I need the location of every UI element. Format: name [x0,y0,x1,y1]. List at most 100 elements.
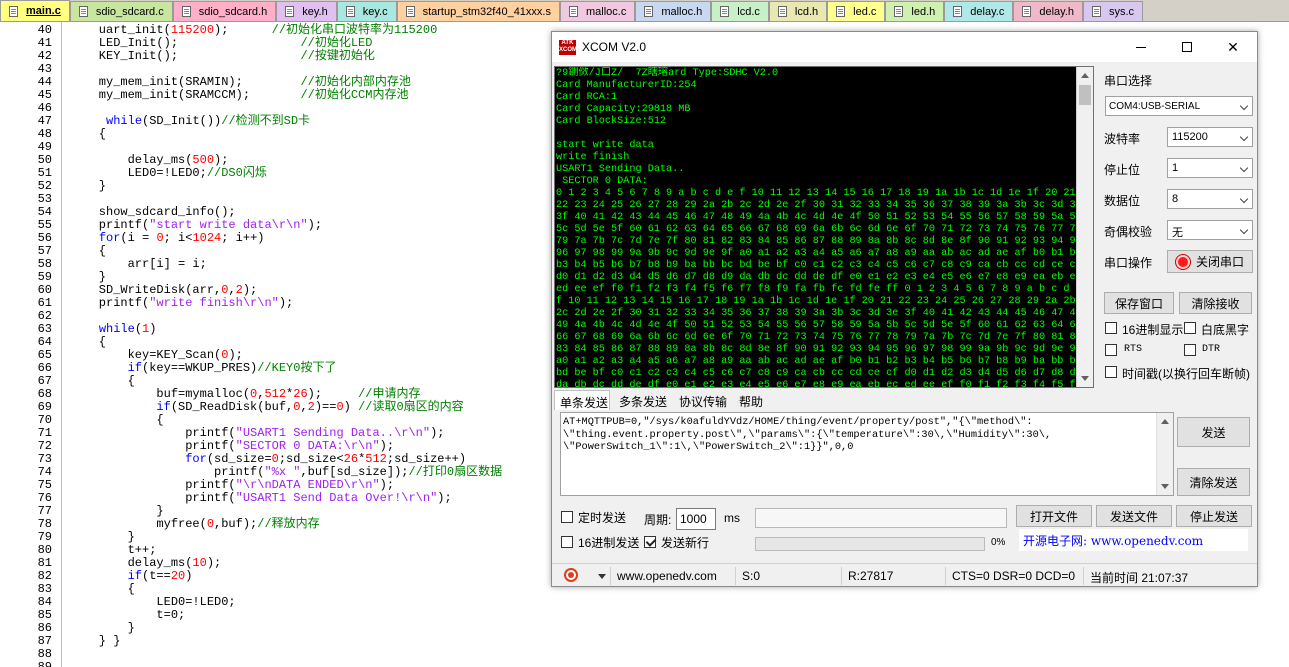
tab-12[interactable]: delay.c [944,1,1014,21]
website-link[interactable]: 开源电子网: www.openedv.com [1019,529,1248,551]
code-token: KEY_Init(); [70,49,301,63]
timed-send-checkbox[interactable] [561,511,573,523]
code-token: key=KEY_Scan( [70,348,222,362]
code-token: ); [307,218,323,232]
tab-4[interactable]: key.c [336,1,397,21]
maximize-button[interactable] [1164,32,1210,62]
code-token: } [70,530,135,544]
editor-tab-bar: main.c sdio_sdcard.c sdio_sdcard.h key.h key… [0,0,1289,22]
code-token: ) [185,569,193,583]
clear-receive-button[interactable]: 清除接收 [1179,292,1252,314]
file-icon [777,6,787,17]
close-port-button[interactable]: 关闭串口 [1167,250,1253,273]
dtr-checkbox[interactable] [1184,344,1196,356]
tab-11[interactable]: led.h [885,1,945,21]
tab-label: sys.c [1108,5,1135,18]
period-label: 周期: [644,513,672,527]
stopbits-select[interactable]: 1 [1167,158,1253,178]
close-window-button[interactable]: ✕ [1210,32,1256,62]
receive-scrollbar[interactable] [1076,67,1093,387]
tab-13[interactable]: delay.h [1013,1,1083,21]
maximize-icon [1182,42,1192,52]
status-received: R:27817 [841,567,945,585]
hex-send-checkbox[interactable] [561,536,573,548]
minimize-button[interactable] [1118,32,1164,62]
code-token: printf( [70,478,236,492]
white-black-checkbox[interactable] [1184,322,1196,334]
code-token: } [70,179,107,193]
code-token: //KEY0按下了 [257,361,337,375]
tab-label: main.c [26,5,61,17]
tab-0[interactable]: main.c [0,0,70,21]
databits-select[interactable]: 8 [1167,189,1253,209]
receive-line: 22 23 24 25 26 27 28 29 2a 2b 2c 2d 2e 2… [556,200,1082,211]
chevron-down-icon[interactable] [598,574,606,579]
code-token: 512 [365,452,387,466]
baud-select[interactable]: 115200 [1167,127,1253,147]
tab-14[interactable]: sys.c [1082,1,1144,21]
save-window-button[interactable]: 保存窗口 [1104,292,1174,314]
tab-label: delay.h [1039,5,1074,18]
tab-multi-send[interactable]: 多条发送 [619,390,667,410]
send-file-button[interactable]: 发送文件 [1096,505,1172,527]
period-input[interactable]: 1000 [676,508,716,530]
port-status-icon [1175,254,1190,269]
hex-display-checkbox[interactable] [1105,322,1117,334]
code-token: LED0=!LED0; [70,595,236,609]
stop-send-button[interactable]: 停止发送 [1176,505,1252,527]
receive-line: bd be bf c0 c1 c2 c3 c4 c5 c6 c7 c8 c9 c… [556,368,1082,379]
settings-icon[interactable] [564,568,578,582]
send-button[interactable]: 发送 [1177,417,1250,447]
code-token: printf( [70,439,236,453]
file-icon [836,6,846,17]
send-input[interactable]: AT+MQTTPUB=0,"/sys/k0afuldYVdz/HOME/thin… [560,412,1174,496]
receive-line: b3 b4 b5 b6 b7 b8 b9 ba bb bc bd be bf c… [556,260,1082,271]
receive-area[interactable]: ?9鍘傚/J口Z/ 7Z瞎瑢ard Type:SDHC V2.0 Card Man… [554,66,1094,388]
tab-2[interactable]: sdio_sdcard.h [172,1,277,21]
file-icon [1091,6,1101,17]
send-newline-checkbox[interactable] [644,536,656,548]
code-token: } [70,621,135,635]
tab-1[interactable]: sdio_sdcard.c [69,1,173,21]
tab-help[interactable]: 帮助 [739,390,763,410]
rts-checkbox[interactable] [1105,344,1117,356]
scroll-thumb[interactable] [1079,85,1091,105]
parity-select[interactable]: 无 [1167,220,1253,240]
tab-6[interactable]: malloc.c [559,1,636,21]
code-line: 84 LED0=!LED0; [0,596,1289,609]
code-token: ) [343,400,359,414]
code-text: my_mem_init(SRAMCCM); //初始化CCM内存池 [70,89,409,102]
code-token: } } [70,634,121,648]
clear-send-button[interactable]: 清除发送 [1177,468,1250,496]
code-token: ); [206,556,222,570]
code-token: ); [307,387,359,401]
code-token: { [70,127,107,141]
tab-single-send[interactable]: 单条发送 [554,390,610,410]
receive-line: write finish [556,152,630,163]
code-line: 85 t=0; [0,609,1289,622]
status-time: 当前时间 21:07:37 [1083,567,1233,585]
send-file-path[interactable] [755,508,1007,528]
tab-3[interactable]: key.h [276,1,337,21]
receive-line: USART1 Sending Data.. [556,164,685,175]
tab-7[interactable]: malloc.h [635,1,712,21]
timestamp-checkbox[interactable] [1105,366,1117,378]
code-token: 0 [206,517,215,531]
tab-5[interactable]: startup_stm32f40_41xxx.s [396,1,560,21]
tab-label: key.h [302,5,328,18]
tab-9[interactable]: lcd.h [768,1,828,21]
tab-10[interactable]: led.c [827,1,886,21]
tab-protocol[interactable]: 协议传输 [679,390,727,410]
code-token: (i = [120,231,157,245]
tab-label: sdio_sdcard.h [198,5,268,18]
receive-line: 5c 5d 5e 5f 60 61 62 63 64 65 66 67 68 6… [556,224,1082,235]
tab-8[interactable]: lcd.c [711,1,769,21]
status-url[interactable]: www.openedv.com [610,567,735,585]
port-select[interactable]: COM4:USB-SERIAL [1105,96,1253,116]
receive-line: da db dc dd de df e0 e1 e2 e3 e4 e5 e6 e… [556,380,1082,388]
send-scrollbar[interactable] [1156,413,1173,495]
open-file-button[interactable]: 打开文件 [1016,505,1092,527]
code-token: show_sdcard_info(); [70,205,236,219]
